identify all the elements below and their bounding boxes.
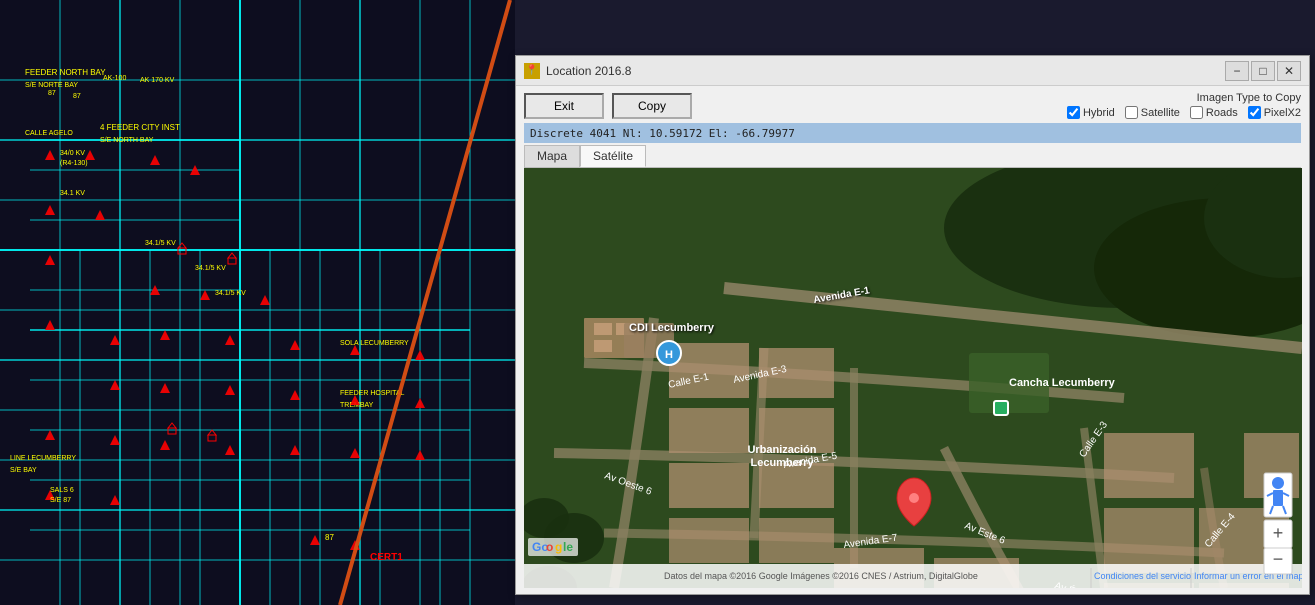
dialog-icon: 📍 bbox=[524, 63, 540, 79]
svg-text:AK 170 KV: AK 170 KV bbox=[140, 77, 175, 84]
hybrid-checkbox[interactable] bbox=[1067, 106, 1080, 119]
dialog-titlebar: 📍 Location 2016.8 − □ ✕ bbox=[516, 56, 1309, 86]
svg-text:CERT1: CERT1 bbox=[370, 552, 403, 563]
svg-text:−: − bbox=[1273, 549, 1284, 569]
imagen-type-label: Imagen Type to Copy bbox=[1197, 92, 1301, 104]
svg-text:Urbanización: Urbanización bbox=[747, 444, 816, 456]
svg-text:Lecumberry: Lecumberry bbox=[751, 457, 815, 469]
cad-background: FEEDER NORTH BAY S/E NORTE BAY CALLE AGE… bbox=[0, 0, 515, 605]
svg-text:Condiciones del servicio: Condiciones del servicio bbox=[1094, 571, 1191, 581]
hybrid-checkbox-label[interactable]: Hybrid bbox=[1067, 106, 1115, 119]
svg-text:CDI Lecumberry: CDI Lecumberry bbox=[629, 322, 715, 334]
copy-button[interactable]: Copy bbox=[612, 93, 692, 119]
roads-checkbox-label[interactable]: Roads bbox=[1190, 106, 1238, 119]
svg-text:LINE LECUMBERRY: LINE LECUMBERRY bbox=[10, 455, 76, 462]
location-dialog: 📍 Location 2016.8 − □ ✕ Exit Copy Imagen… bbox=[515, 55, 1310, 595]
svg-text:(R4-130): (R4-130) bbox=[60, 160, 88, 167]
window-controls: − □ ✕ bbox=[1225, 61, 1301, 81]
svg-text:FEEDER NORTH BAY: FEEDER NORTH BAY bbox=[25, 68, 106, 77]
svg-text:le: le bbox=[563, 540, 573, 554]
roads-label: Roads bbox=[1206, 107, 1238, 119]
tab-mapa[interactable]: Mapa bbox=[524, 145, 580, 167]
svg-text:+: + bbox=[1273, 523, 1284, 543]
pixelx2-checkbox[interactable] bbox=[1248, 106, 1261, 119]
roads-checkbox[interactable] bbox=[1190, 106, 1203, 119]
close-button[interactable]: ✕ bbox=[1277, 61, 1301, 81]
satellite-label: Satellite bbox=[1141, 107, 1180, 119]
svg-text:34.1/5 KV: 34.1/5 KV bbox=[215, 290, 246, 297]
svg-text:SALS 6: SALS 6 bbox=[50, 487, 74, 494]
svg-text:H: H bbox=[665, 349, 673, 361]
svg-text:4 FEEDER CITY INST: 4 FEEDER CITY INST bbox=[100, 123, 180, 132]
checkbox-row: Hybrid Satellite Roads PixelX2 bbox=[1067, 106, 1301, 119]
maximize-button[interactable]: □ bbox=[1251, 61, 1275, 81]
dialog-title-area: 📍 Location 2016.8 bbox=[524, 63, 631, 79]
satellite-checkbox[interactable] bbox=[1125, 106, 1138, 119]
dialog-toolbar: Exit Copy Imagen Type to Copy Hybrid Sat… bbox=[524, 92, 1301, 119]
svg-text:g: g bbox=[555, 540, 562, 554]
exit-button[interactable]: Exit bbox=[524, 93, 604, 119]
map-container[interactable]: Avenida E-1 Calle E-1 Avenida E-3 Avenid… bbox=[524, 168, 1302, 588]
svg-text:Cancha Lecumberry: Cancha Lecumberry bbox=[1009, 377, 1116, 389]
svg-text:34.1 KV: 34.1 KV bbox=[60, 190, 85, 197]
svg-text:FEEDER HOSPITAL: FEEDER HOSPITAL bbox=[340, 390, 405, 397]
svg-text:87: 87 bbox=[325, 533, 334, 542]
svg-text:34.1/5 KV: 34.1/5 KV bbox=[145, 240, 176, 247]
tab-satelite[interactable]: Satélite bbox=[580, 145, 646, 167]
pixelx2-checkbox-label[interactable]: PixelX2 bbox=[1248, 106, 1301, 119]
coordinates-text: Discrete 4041 Nl: 10.59172 El: -66.79977 bbox=[530, 127, 795, 140]
satellite-checkbox-label[interactable]: Satellite bbox=[1125, 106, 1180, 119]
minimize-button[interactable]: − bbox=[1225, 61, 1249, 81]
svg-text:Datos del mapa ©2016 Google Im: Datos del mapa ©2016 Google Imágenes ©20… bbox=[664, 571, 978, 581]
svg-text:S/E NORTE BAY: S/E NORTE BAY bbox=[25, 82, 78, 89]
svg-text:SOLA LECUMBERRY: SOLA LECUMBERRY bbox=[340, 340, 409, 347]
svg-text:CALLE AGELO: CALLE AGELO bbox=[25, 130, 73, 137]
svg-text:o: o bbox=[546, 540, 553, 554]
coordinates-bar: Discrete 4041 Nl: 10.59172 El: -66.79977 bbox=[524, 123, 1301, 143]
svg-text:AK-100: AK-100 bbox=[103, 75, 126, 82]
map-tabs: Mapa Satélite bbox=[524, 145, 1301, 168]
dialog-content: Exit Copy Imagen Type to Copy Hybrid Sat… bbox=[516, 86, 1309, 594]
pixelx2-label: PixelX2 bbox=[1264, 107, 1301, 119]
svg-text:87: 87 bbox=[48, 90, 56, 97]
dialog-title: Location 2016.8 bbox=[546, 64, 631, 78]
svg-text:34.1/5 KV: 34.1/5 KV bbox=[195, 265, 226, 272]
imagen-type-group: Imagen Type to Copy Hybrid Satellite Roa… bbox=[1067, 92, 1301, 119]
svg-text:S/E BAY: S/E BAY bbox=[10, 467, 37, 474]
hybrid-label: Hybrid bbox=[1083, 107, 1115, 119]
svg-text:34/0 KV: 34/0 KV bbox=[60, 150, 85, 157]
svg-text:S/E 87: S/E 87 bbox=[50, 497, 71, 504]
svg-text:87: 87 bbox=[73, 93, 81, 100]
svg-text:S/E NORTH BAY: S/E NORTH BAY bbox=[100, 137, 154, 144]
